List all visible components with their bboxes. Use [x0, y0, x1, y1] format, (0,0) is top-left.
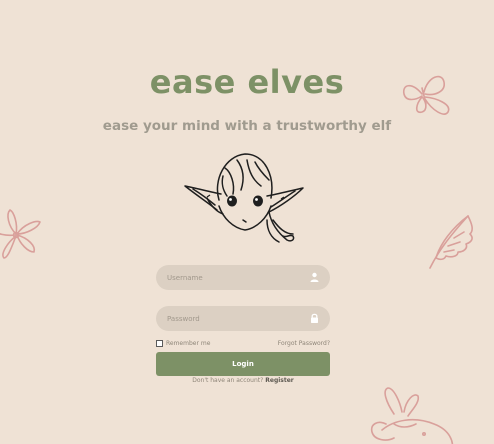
password-input[interactable] [156, 306, 330, 331]
lock-icon [311, 313, 318, 323]
login-options-row: Remember me Forgot Password? [156, 340, 330, 350]
username-input[interactable] [156, 265, 330, 290]
bunny-icon [370, 387, 454, 444]
app-tagline: ease your mind with a trustworthy elf [102, 118, 392, 134]
remember-me-label: Remember me [166, 340, 211, 347]
username-field-wrapper [156, 265, 330, 290]
user-icon [310, 272, 319, 282]
remember-me-checkbox[interactable] [156, 340, 163, 347]
login-button[interactable]: Login [156, 352, 330, 376]
flower-icon [0, 209, 41, 259]
elf-face-icon [184, 153, 304, 243]
password-field-wrapper [156, 306, 330, 331]
remember-me-control[interactable]: Remember me [156, 340, 210, 347]
app-title: ease elves [149, 63, 345, 101]
register-prompt: Don't have an account? Register [0, 377, 486, 384]
register-link[interactable]: Register [265, 377, 294, 384]
leaf-icon [429, 215, 473, 269]
no-account-text: Don't have an account? [192, 377, 264, 384]
forgot-password-link[interactable]: Forgot Password? [278, 340, 330, 347]
